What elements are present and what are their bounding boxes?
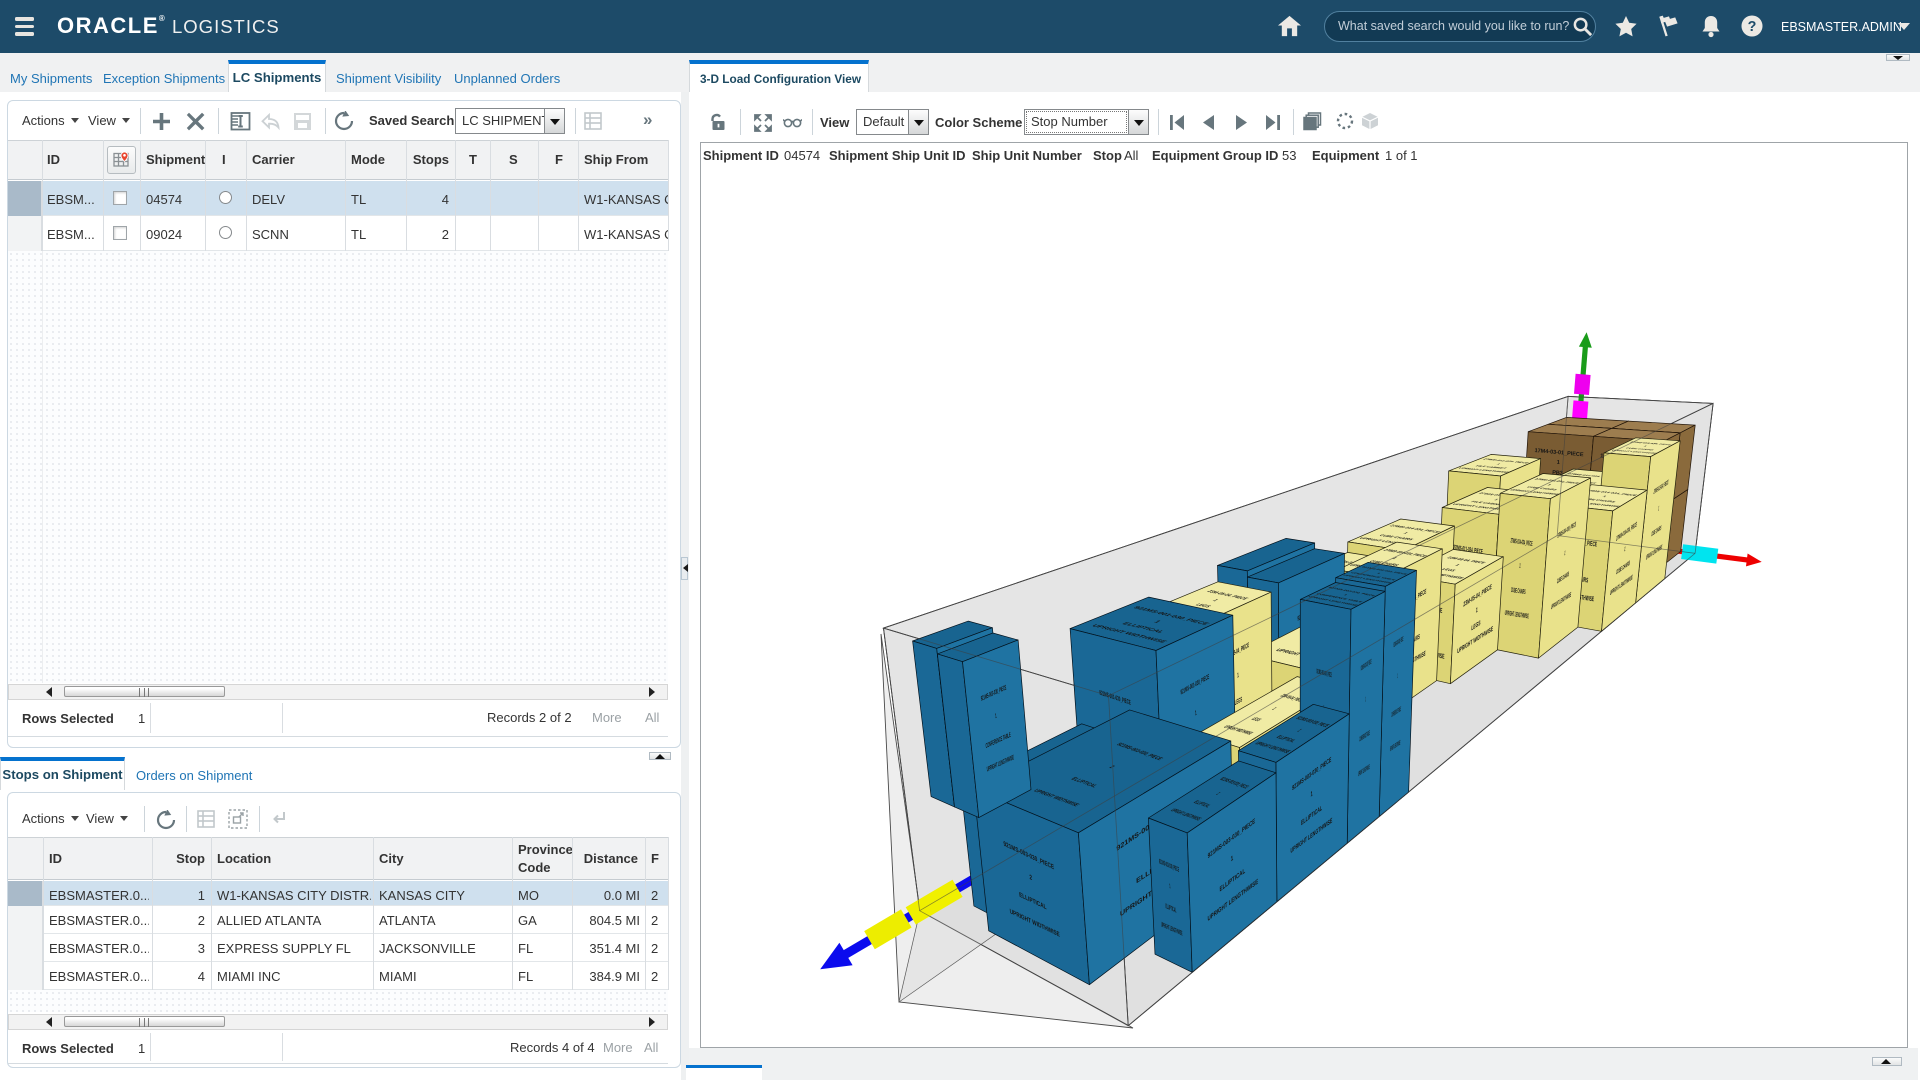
svg-text:1: 1 (1476, 607, 1478, 616)
svg-text:1: 1 (1557, 460, 1561, 466)
svg-text:1: 1 (1397, 672, 1398, 681)
svg-text:?: ? (1748, 19, 1757, 35)
svg-text:1: 1 (1237, 672, 1239, 681)
svg-text:1: 1 (1231, 854, 1234, 864)
svg-text:CUBE CHAIRS: CUBE CHAIRS (1511, 587, 1526, 597)
svg-text:1: 1 (1365, 696, 1366, 705)
svg-text:1: 1 (1195, 710, 1197, 719)
